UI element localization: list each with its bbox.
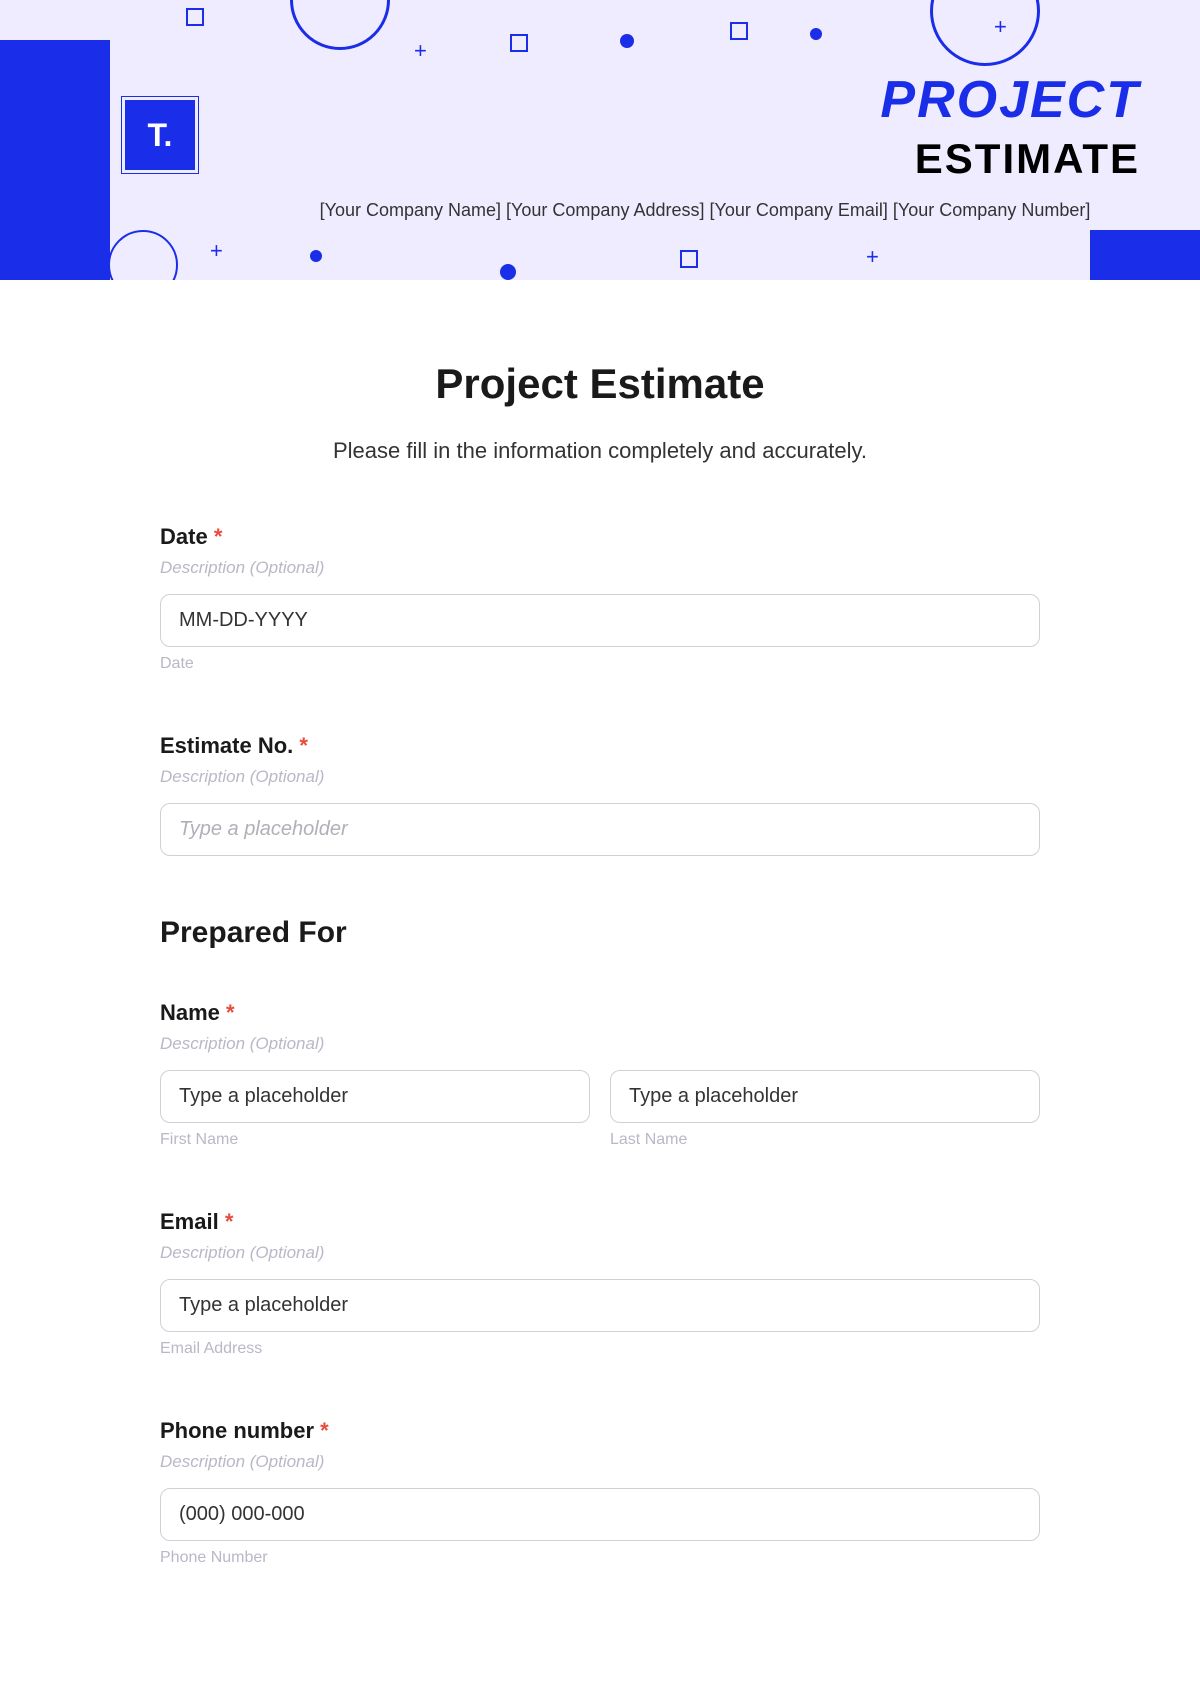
name-label: Name *	[160, 1000, 1040, 1026]
name-label-text: Name	[160, 1000, 220, 1025]
form-title: Project Estimate	[160, 360, 1040, 408]
phone-label-text: Phone number	[160, 1418, 314, 1443]
date-description: Description (Optional)	[160, 558, 1040, 578]
logo-text: T.	[148, 117, 173, 154]
decorative-square-icon	[186, 8, 204, 26]
name-inputs-row: First Name Last Name	[160, 1070, 1040, 1149]
estimate-no-description: Description (Optional)	[160, 767, 1040, 787]
phone-field: Phone number * Description (Optional) Ph…	[160, 1418, 1040, 1567]
decorative-circle-icon	[290, 0, 390, 50]
email-description: Description (Optional)	[160, 1243, 1040, 1263]
required-marker: *	[214, 524, 223, 549]
date-input[interactable]	[160, 594, 1040, 647]
decorative-arc-icon	[108, 230, 178, 280]
form-container: Project Estimate Please fill in the info…	[140, 280, 1060, 1667]
decorative-dot-icon	[620, 34, 634, 48]
date-label: Date *	[160, 524, 1040, 550]
email-field: Email * Description (Optional) Email Add…	[160, 1209, 1040, 1358]
date-field: Date * Description (Optional) Date	[160, 524, 1040, 673]
estimate-no-label: Estimate No. *	[160, 733, 1040, 759]
company-info-placeholders: [Your Company Name] [Your Company Addres…	[270, 200, 1140, 221]
header-banner: T. PROJECT ESTIMATE [Your Company Name] …	[0, 0, 1200, 280]
estimate-no-label-text: Estimate No.	[160, 733, 293, 758]
decorative-square-icon	[510, 34, 528, 52]
estimate-no-field: Estimate No. * Description (Optional)	[160, 733, 1040, 856]
first-name-input[interactable]	[160, 1070, 590, 1123]
decorative-plus-icon: +	[866, 244, 879, 270]
email-sublabel: Email Address	[160, 1340, 1040, 1358]
date-sublabel: Date	[160, 655, 1040, 673]
required-marker: *	[299, 733, 308, 758]
required-marker: *	[225, 1209, 234, 1234]
first-name-sublabel: First Name	[160, 1131, 590, 1149]
required-marker: *	[320, 1418, 329, 1443]
banner-title-project: PROJECT	[880, 70, 1140, 130]
decorative-dot-icon	[500, 264, 516, 280]
logo: T.	[125, 100, 195, 170]
required-marker: *	[226, 1000, 235, 1025]
decorative-plus-icon: +	[210, 238, 223, 264]
phone-label: Phone number *	[160, 1418, 1040, 1444]
last-name-sublabel: Last Name	[610, 1131, 1040, 1149]
phone-input[interactable]	[160, 1488, 1040, 1541]
decorative-block-right	[1090, 230, 1200, 280]
email-label-text: Email	[160, 1209, 219, 1234]
last-name-col: Last Name	[610, 1070, 1040, 1149]
decorative-dot-icon	[810, 28, 822, 40]
last-name-input[interactable]	[610, 1070, 1040, 1123]
decorative-plus-icon: +	[994, 14, 1007, 40]
name-description: Description (Optional)	[160, 1034, 1040, 1054]
phone-sublabel: Phone Number	[160, 1549, 1040, 1567]
prepared-for-heading: Prepared For	[160, 916, 1040, 950]
decorative-dot-icon	[310, 250, 322, 262]
first-name-col: First Name	[160, 1070, 590, 1149]
email-input[interactable]	[160, 1279, 1040, 1332]
decorative-square-icon	[730, 22, 748, 40]
form-subtitle: Please fill in the information completel…	[160, 438, 1040, 464]
email-label: Email *	[160, 1209, 1040, 1235]
decorative-circle-icon	[930, 0, 1040, 66]
date-label-text: Date	[160, 524, 208, 549]
name-field: Name * Description (Optional) First Name…	[160, 1000, 1040, 1149]
decorative-plus-icon: +	[414, 38, 427, 64]
estimate-no-input[interactable]	[160, 803, 1040, 856]
banner-title-estimate: ESTIMATE	[915, 135, 1140, 183]
phone-description: Description (Optional)	[160, 1452, 1040, 1472]
decorative-block-left	[0, 40, 110, 280]
decorative-square-icon	[680, 250, 698, 268]
